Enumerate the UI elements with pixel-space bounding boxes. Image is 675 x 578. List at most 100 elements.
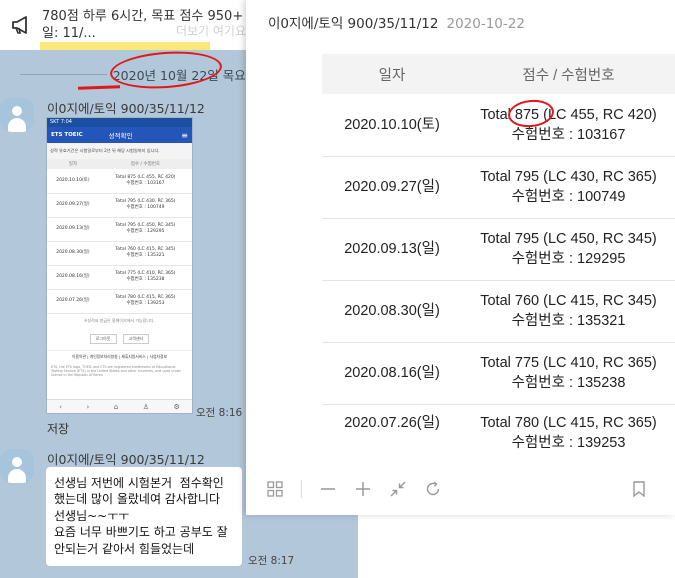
score-row: 2020.09.27(일) Total 795 (LC 430, RC 365) 수… bbox=[322, 156, 675, 219]
total-score: Total 795 (LC 450, RC 345) bbox=[480, 231, 657, 247]
score-cell: Total 795 (LC 430, RC 365) 수험번호 : 100749 bbox=[462, 156, 675, 219]
phone-buttons: 로그아웃 고객센터 bbox=[47, 333, 192, 344]
score-cell: Total 795 (LC 450, RC 345) 수험번호 : 129295 bbox=[462, 218, 675, 281]
sender-name[interactable]: 이0지에/토익 900/35/11/12 bbox=[47, 98, 205, 117]
date-annotation-circle bbox=[108, 48, 224, 92]
notice-hint: 더보기 여기요 bbox=[175, 24, 246, 38]
phone-date: 2020.08.30(일) bbox=[47, 241, 99, 266]
avatar-body bbox=[8, 469, 26, 483]
message-time: 오전 8:17 bbox=[248, 555, 295, 567]
viewer-date: 2020-10-22 bbox=[446, 16, 525, 32]
phone-row: 2020.09.13(일) Total 795 (LC 450, RC 345) 수… bbox=[47, 217, 192, 242]
exam-date: 2020.08.16(일) bbox=[322, 342, 462, 405]
exam-id: 수험번호 : 135321 bbox=[511, 313, 626, 329]
score-row: 2020.10.10(토) Total 875 (LC 455, RC 420) 수… bbox=[322, 94, 675, 157]
column-header-date: 일자 bbox=[322, 54, 462, 94]
exam-id: 수험번호 : 100749 bbox=[511, 189, 626, 205]
exam-date: 2020.09.13(일) bbox=[322, 218, 462, 281]
phone-logout-button: 로그아웃 bbox=[89, 333, 117, 344]
sender-name[interactable]: 이0지에/토익 900/35/11/12 bbox=[47, 449, 205, 468]
column-header-score: 점수 / 수험번호 bbox=[462, 54, 675, 94]
phone-links: 이용약관 | 개인정보처리방침 | 제휴지원서비스 | 사업자정보 bbox=[47, 349, 192, 363]
exam-id: 수험번호 : 139253 bbox=[511, 434, 626, 451]
back-icon: ‹ bbox=[59, 402, 63, 411]
total-score: Total 780 (LC 415, RC 365) bbox=[480, 414, 657, 431]
phone-exam-id: 수험번호 : 129295 bbox=[126, 229, 165, 234]
plus-icon[interactable] bbox=[354, 480, 372, 498]
total-score: Total 775 (LC 410, RC 365) bbox=[480, 355, 657, 371]
phone-col-date: 일자 bbox=[47, 159, 99, 169]
phone-date: 2020.08.16(일) bbox=[47, 265, 99, 290]
score-row: 2020.07.26(일) Total 780 (LC 415, RC 365) 수… bbox=[322, 404, 675, 453]
grid-icon[interactable] bbox=[266, 480, 284, 498]
phone-score: Total 760 (LC 415, RC 345) 수험번호 : 135321 bbox=[98, 241, 192, 266]
phone-status-bar: SKT 7:04 bbox=[47, 118, 192, 127]
phone-copyright: ETS, the ETS logo, TOEIC and ETS are reg… bbox=[51, 364, 181, 377]
divider bbox=[20, 73, 107, 75]
exam-id: 수험번호 : 103167 bbox=[511, 126, 626, 143]
score-table: 일자 점수 / 수험번호 2020.10.10(토) Total 875 (LC … bbox=[322, 54, 675, 453]
score-cell: Total 760 (LC 415, RC 345) 수험번호 : 135321 bbox=[462, 280, 675, 343]
exam-date: 2020.08.30(일) bbox=[322, 280, 462, 343]
phone-exam-id: 수험번호 : 100749 bbox=[126, 205, 165, 210]
score-cell: Total 780 (LC 415, RC 365) 수험번호 : 139253 bbox=[462, 404, 675, 453]
phone-row: 2020.07.26(일) Total 780 (LC 415, RC 365) 수… bbox=[47, 289, 192, 314]
avatar-head bbox=[12, 106, 22, 116]
collapse-icon[interactable] bbox=[389, 480, 407, 498]
exam-date: 2020.07.26(일) bbox=[344, 414, 440, 431]
exam-id: 수험번호 : 135238 bbox=[511, 375, 626, 391]
exam-date: 2020.10.10(토) bbox=[322, 94, 462, 157]
avatar-head bbox=[12, 457, 22, 467]
score-row: 2020.09.13(일) Total 795 (LC 450, RC 345) 수… bbox=[322, 218, 675, 281]
phone-title: 성적확인 bbox=[108, 132, 133, 140]
total-score: Total 875 (LC 455, RC 420) bbox=[480, 106, 657, 123]
message-bubble[interactable]: 선생님 저번에 시험본거 점수확인했는데 많이 올랐네여 감사합니다 선생님~~… bbox=[46, 467, 242, 566]
rotate-icon[interactable] bbox=[424, 480, 442, 498]
background-panel bbox=[358, 515, 675, 578]
avatar[interactable] bbox=[0, 98, 34, 132]
total-score: Total 760 (LC 415, RC 345) bbox=[480, 293, 657, 309]
phone-row: 2020.09.27(일) Total 795 (LC 430, RC 365) 수… bbox=[47, 193, 192, 218]
avatar[interactable] bbox=[0, 449, 34, 483]
phone-exam-id: 수험번호 : 139253 bbox=[126, 301, 165, 306]
score-row: 2020.08.30(일) Total 760 (LC 415, RC 345) 수… bbox=[322, 280, 675, 343]
phone-date: 2020.07.26(일) bbox=[47, 289, 99, 314]
minus-icon[interactable] bbox=[319, 480, 337, 498]
phone-row: 2020.08.30(일) Total 760 (LC 415, RC 345) 수… bbox=[47, 241, 192, 266]
viewer-sender: 이0지에/토익 900/35/11/12 bbox=[268, 16, 439, 32]
notice-highlight bbox=[40, 42, 210, 50]
avatar-body bbox=[8, 118, 26, 132]
viewer-toolbar bbox=[246, 468, 675, 510]
phone-exam-id: 수험번호 : 103167 bbox=[126, 180, 165, 186]
toolbar-divider bbox=[301, 480, 302, 498]
phone-score: Total 780 (LC 415, RC 365) 수험번호 : 139253 bbox=[98, 289, 192, 314]
phone-exam-id: 수험번호 : 135321 bbox=[126, 253, 165, 258]
phone-footer-note: ※성적표 발급은 홈페이지에서 가능합니다. bbox=[84, 317, 155, 323]
hamburger-menu-icon: ≡ bbox=[181, 130, 188, 140]
score-cell: Total 775 (LC 410, RC 365) 수험번호 : 135238 bbox=[462, 342, 675, 405]
phone-row: 2020.08.16(일) Total 775 (LC 410, RC 365) 수… bbox=[47, 265, 192, 290]
phone-support-button: 고객센터 bbox=[122, 333, 150, 344]
megaphone-icon bbox=[12, 16, 27, 34]
phone-score: Total 775 (LC 410, RC 365) 수험번호 : 135238 bbox=[98, 265, 192, 290]
total-score: Total 795 (LC 430, RC 365) bbox=[480, 169, 657, 185]
phone-col-score: 점수 / 수험번호 bbox=[98, 159, 192, 169]
user-icon: ♙ bbox=[142, 402, 149, 411]
phone-score: Total 795 (LC 450, RC 345) 수험번호 : 129295 bbox=[98, 217, 192, 242]
phone-note: 성적 유효기간은 시험일로부터 2년 뒤 해당 시험일까지 입니다. bbox=[47, 143, 192, 159]
viewer-title: 이0지에/토익 900/35/11/12 2020-10-22 bbox=[268, 12, 525, 32]
phone-date: 2020.09.13(일) bbox=[47, 217, 99, 242]
exam-date: 2020.09.27(일) bbox=[322, 156, 462, 219]
phone-score-table: 일자 점수 / 수험번호 2020.10.10(토) Total 875 (LC … bbox=[47, 159, 192, 314]
phone-date: 2020.10.10(토) bbox=[47, 169, 99, 194]
phone-nav-bar: ‹ › ⌂ ♙ ⚙ bbox=[47, 399, 192, 413]
bookmark-icon[interactable] bbox=[630, 480, 648, 498]
phone-score: Total 875 (LC 455, RC 420) 수험번호 : 103167 bbox=[98, 169, 192, 194]
phone-row: 2020.10.10(토) Total 875 (LC 455, RC 420) 수… bbox=[47, 169, 192, 194]
home-icon: ⌂ bbox=[113, 402, 119, 411]
score-cell: Total 875 (LC 455, RC 420) 수험번호 : 103167 bbox=[462, 94, 675, 157]
ets-logo: ETS TOEIC bbox=[51, 132, 83, 138]
save-link[interactable]: 저장 bbox=[47, 420, 69, 437]
score-screenshot-thumbnail[interactable]: SKT 7:04 ETS TOEIC 성적확인 ≡ 성적 유효기간은 시험일로부… bbox=[46, 117, 193, 414]
phone-score: Total 795 (LC 430, RC 365) 수험번호 : 100749 bbox=[98, 193, 192, 218]
